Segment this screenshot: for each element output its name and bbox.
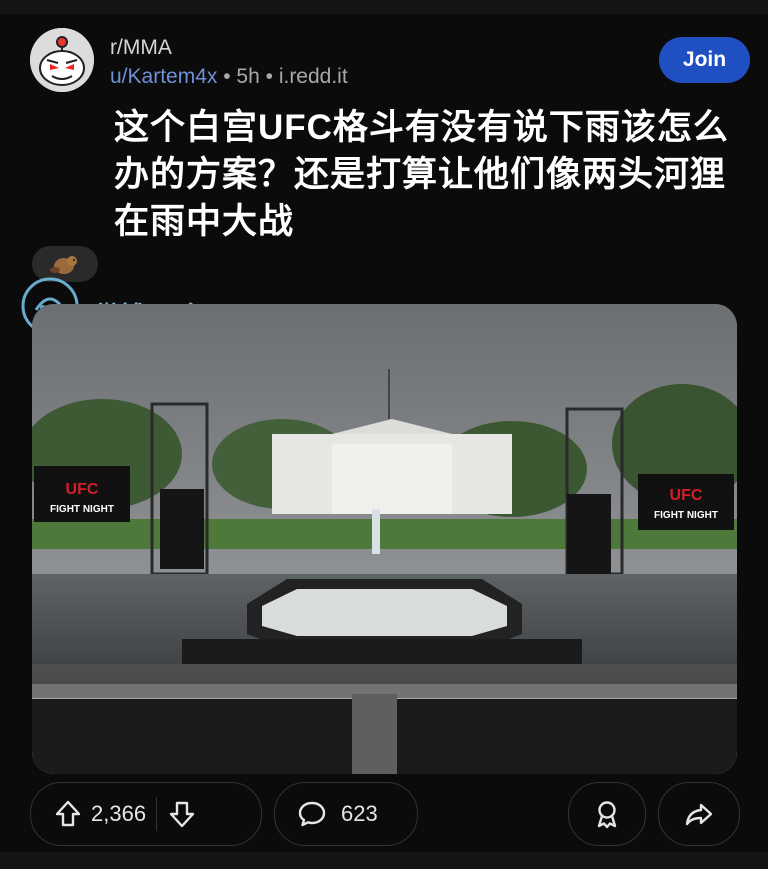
vote-bar: 2,366	[30, 782, 262, 846]
username-link[interactable]: u/Kartem4x	[110, 65, 217, 88]
downvote-arrow-icon	[169, 801, 195, 828]
post-meta: u/Kartem4x • 5h • i.redd.it	[110, 65, 348, 89]
post-actions: 2,366 623	[30, 782, 740, 846]
white-house-ufc-photo: UFC FIGHT NIGHT UFC FIGHT NIGHT	[32, 304, 737, 774]
post-header: r/MMA u/Kartem4x • 5h • i.redd.it Join	[30, 28, 750, 98]
vote-divider	[156, 797, 158, 831]
comment-count: 623	[341, 801, 378, 826]
share-arrow-icon	[685, 803, 713, 826]
status-strip	[0, 0, 768, 14]
meta-separator: •	[223, 65, 237, 88]
upvote-count: 2,366	[91, 801, 147, 826]
banner-fightnight-text-right: FIGHT NIGHT	[654, 510, 718, 521]
upvote-arrow-icon	[55, 800, 81, 827]
post-time: 5h	[236, 65, 260, 88]
downvote-button[interactable]	[167, 799, 197, 829]
comment-bubble-icon	[297, 799, 327, 829]
award-icon	[597, 801, 617, 829]
comments-button[interactable]: 623	[274, 782, 418, 846]
post-domain[interactable]: i.redd.it	[279, 65, 348, 88]
join-button[interactable]: Join	[659, 37, 750, 83]
subreddit-name[interactable]: r/MMA	[110, 36, 172, 60]
banner-ufc-text-left: UFC	[66, 481, 99, 498]
subreddit-avatar[interactable]	[30, 28, 94, 92]
share-button[interactable]	[658, 782, 740, 846]
post-title[interactable]: 这个白宫UFC格斗有没有说下雨该怎么办的方案？还是打算让他们像两头河狸在雨中大战	[114, 104, 734, 245]
beaver-icon	[50, 256, 77, 274]
banner-ufc-text-right: UFC	[670, 487, 703, 504]
bottom-strip	[0, 852, 768, 869]
banner-fightnight-text-left: FIGHT NIGHT	[50, 504, 114, 515]
award-button[interactable]	[568, 782, 646, 846]
meta-separator: •	[265, 65, 279, 88]
upvote-button[interactable]	[53, 799, 83, 829]
post-image[interactable]: UFC FIGHT NIGHT UFC FIGHT NIGHT	[32, 304, 737, 774]
